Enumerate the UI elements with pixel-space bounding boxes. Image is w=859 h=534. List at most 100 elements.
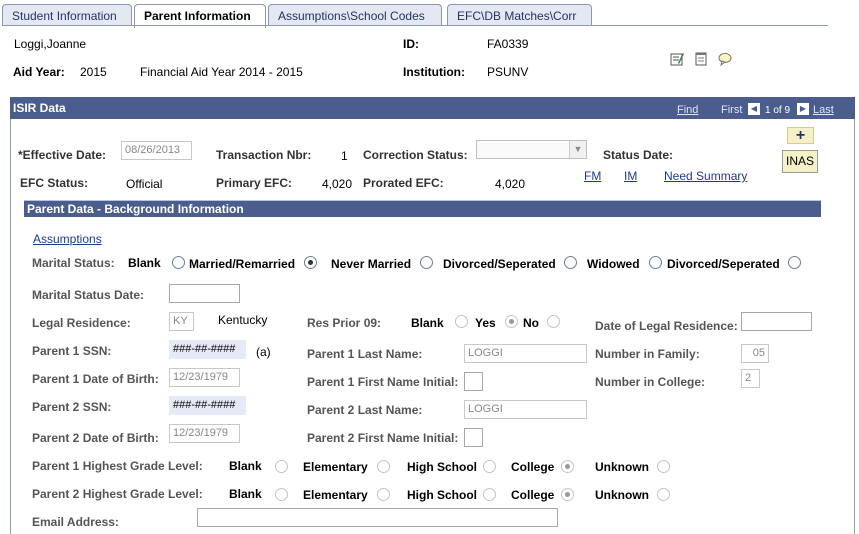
p1-grade-high-school-radio[interactable] xyxy=(483,460,496,473)
p2-grade-unknown-radio[interactable] xyxy=(657,488,670,501)
edit-notes-icon[interactable] xyxy=(669,51,685,67)
add-row-button[interactable]: + xyxy=(787,127,814,144)
tab-divider xyxy=(2,25,828,26)
marital-status-label: Marital Status: xyxy=(32,256,115,270)
p1-grade-elementary-radio[interactable] xyxy=(377,460,390,473)
previous-arrow-icon[interactable]: ◀ xyxy=(748,101,760,115)
primary-efc-value: 4,020 xyxy=(322,177,353,191)
correction-status-select[interactable]: ▼ xyxy=(476,140,587,159)
parent2-first-initial-label: Parent 2 First Name Initial: xyxy=(307,431,459,445)
inas-button[interactable]: INAS xyxy=(782,150,818,173)
efc-status-label: EFC Status: xyxy=(20,176,89,190)
parent2-last-name-field[interactable]: LOGGI xyxy=(464,400,587,419)
parent1-last-name-field[interactable]: LOGGI xyxy=(464,344,587,363)
need-summary-link[interactable]: Need Summary xyxy=(664,169,747,183)
marital-blank-radio[interactable] xyxy=(172,256,185,269)
parent1-first-initial-label: Parent 1 First Name Initial: xyxy=(307,375,459,389)
fm-link[interactable]: FM xyxy=(584,169,601,183)
marital-never-married-radio[interactable] xyxy=(420,256,433,269)
parent1-ssn-label: Parent 1 SSN: xyxy=(32,344,112,358)
number-in-family-label: Number in Family: xyxy=(595,347,700,361)
student-name: Loggi,Joanne xyxy=(14,37,87,51)
parent2-grade-label: Parent 2 Highest Grade Level: xyxy=(32,487,203,501)
tab-assumptions-school-codes[interactable]: Assumptions\School Codes xyxy=(268,4,442,26)
p2-grade-college-radio[interactable] xyxy=(561,488,574,501)
prorated-efc-label: Prorated EFC: xyxy=(363,176,444,190)
res-prior-no-radio[interactable] xyxy=(547,315,560,328)
notepad-icon[interactable] xyxy=(693,51,709,67)
parent1-first-initial-field[interactable] xyxy=(464,372,483,391)
legal-residence-name: Kentucky xyxy=(218,313,268,327)
res-prior-blank-radio[interactable] xyxy=(455,315,468,328)
next-arrow-icon[interactable]: ▶ xyxy=(797,101,809,115)
aid-year-description: Financial Aid Year 2014 - 2015 xyxy=(140,65,303,79)
marital-option-blank: Blank xyxy=(128,256,161,270)
tab-student-information[interactable]: Student Information xyxy=(2,4,132,26)
parent2-first-initial-field[interactable] xyxy=(464,428,483,447)
marital-option-widowed: Widowed xyxy=(587,257,640,271)
marital-divorced-2-radio[interactable] xyxy=(788,256,801,269)
p2-grade-option-elementary: Elementary xyxy=(303,488,368,502)
aid-year-label: Aid Year: xyxy=(13,65,65,79)
parent1-dob-label: Parent 1 Date of Birth: xyxy=(32,372,159,386)
parent1-ssn-field[interactable]: ###-##-#### xyxy=(169,340,246,359)
correction-status-label: Correction Status: xyxy=(363,148,468,162)
marital-status-date-field[interactable] xyxy=(169,284,240,303)
transaction-nbr-label: Transaction Nbr: xyxy=(216,148,312,162)
date-legal-residence-field[interactable] xyxy=(741,312,812,331)
p2-grade-option-unknown: Unknown xyxy=(595,488,649,502)
number-in-family-field[interactable]: 05 xyxy=(741,344,769,363)
primary-efc-label: Primary EFC: xyxy=(216,176,293,190)
chevron-down-icon[interactable]: ▼ xyxy=(569,141,586,158)
p1-grade-unknown-radio[interactable] xyxy=(657,460,670,473)
parent1-grade-label: Parent 1 Highest Grade Level: xyxy=(32,459,203,473)
isir-data-title: ISIR Data xyxy=(13,101,66,115)
parent2-dob-field[interactable]: 12/23/1979 xyxy=(169,424,240,443)
marital-option-never-married: Never Married xyxy=(331,257,412,271)
tab-efc-db-matches[interactable]: EFC\DB Matches\Corr xyxy=(447,4,592,26)
last-link[interactable]: Last xyxy=(813,104,834,116)
legal-residence-label: Legal Residence: xyxy=(32,316,131,330)
p2-grade-option-college: College xyxy=(511,488,555,502)
institution-label: Institution: xyxy=(403,65,465,79)
parent-data-section-title: Parent Data - Background Information xyxy=(27,202,244,216)
row-counter: 1 of 9 xyxy=(765,105,791,116)
res-prior-option-no: No xyxy=(523,316,539,330)
p1-grade-option-high-school: High School xyxy=(407,460,477,474)
find-link[interactable]: Find xyxy=(677,104,698,116)
number-in-college-field[interactable]: 2 xyxy=(741,369,760,388)
efc-status-value: Official xyxy=(126,177,163,191)
p2-grade-elementary-radio[interactable] xyxy=(377,488,390,501)
id-value: FA0339 xyxy=(487,37,529,51)
p1-grade-option-college: College xyxy=(511,460,555,474)
marital-option-divorced-2: Divorced/Seperated xyxy=(667,257,780,271)
im-link[interactable]: IM xyxy=(624,169,637,183)
comment-icon[interactable] xyxy=(717,51,733,67)
assumptions-link[interactable]: Assumptions xyxy=(33,232,102,246)
p1-grade-blank-radio[interactable] xyxy=(275,460,288,473)
id-label: ID: xyxy=(403,37,419,51)
p2-grade-option-blank: Blank xyxy=(229,487,262,501)
marital-option-divorced: Divorced/Seperated xyxy=(443,257,556,271)
marital-status-date-label: Marital Status Date: xyxy=(32,288,145,302)
marital-divorced-radio[interactable] xyxy=(564,256,577,269)
marital-widowed-radio[interactable] xyxy=(649,256,662,269)
prorated-efc-value: 4,020 xyxy=(495,177,526,191)
first-link[interactable]: First xyxy=(721,104,742,116)
p1-grade-college-radio[interactable] xyxy=(561,460,574,473)
effective-date-field[interactable]: 08/26/2013 xyxy=(121,141,192,160)
parent2-dob-label: Parent 2 Date of Birth: xyxy=(32,431,159,445)
res-prior-label: Res Prior 09: xyxy=(307,316,382,330)
legal-residence-code-field[interactable]: KY xyxy=(169,312,194,331)
p1-grade-option-elementary: Elementary xyxy=(303,460,368,474)
p2-grade-high-school-radio[interactable] xyxy=(483,488,496,501)
p1-grade-option-blank: Blank xyxy=(229,459,262,473)
p2-grade-blank-radio[interactable] xyxy=(275,488,288,501)
transaction-nbr-value: 1 xyxy=(341,149,348,163)
email-address-field[interactable] xyxy=(197,508,558,527)
parent1-dob-field[interactable]: 12/23/1979 xyxy=(169,368,240,387)
parent2-ssn-field[interactable]: ###-##-#### xyxy=(169,396,246,415)
marital-married-radio[interactable] xyxy=(304,256,317,269)
date-legal-residence-label: Date of Legal Residence: xyxy=(595,319,738,333)
res-prior-yes-radio[interactable] xyxy=(505,315,518,328)
